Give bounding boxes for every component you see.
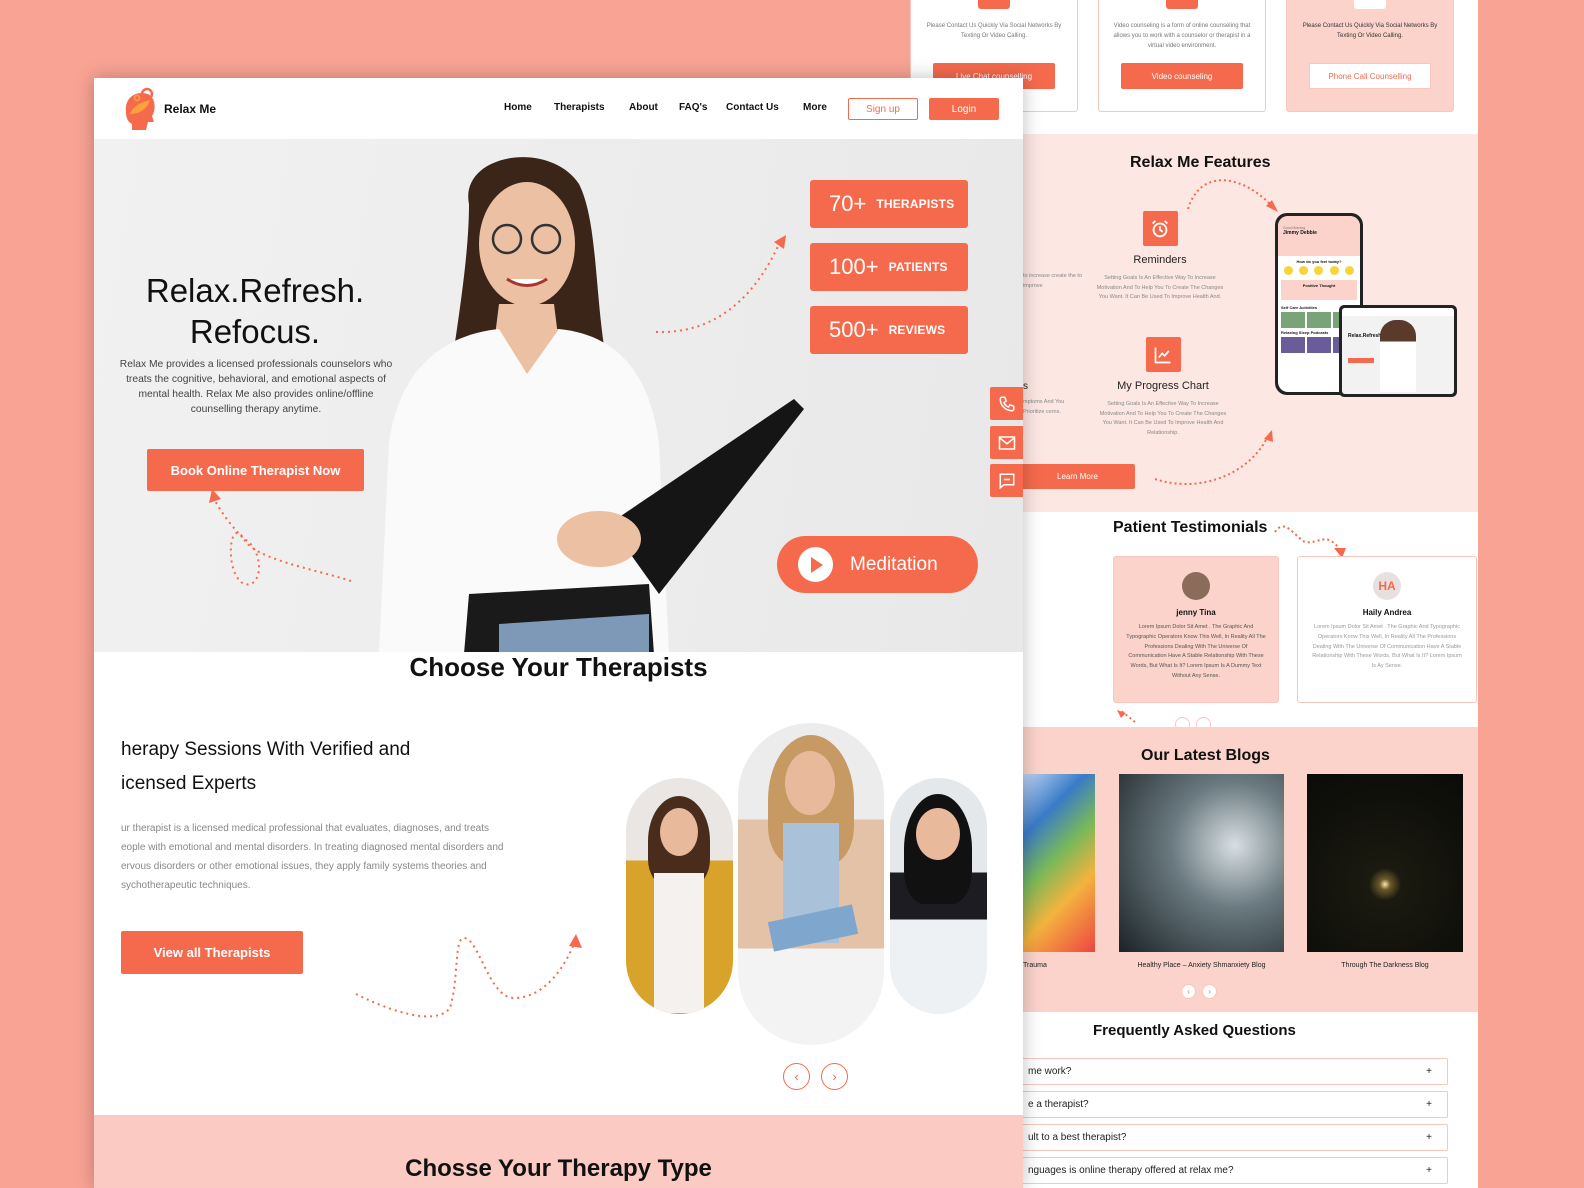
- therapist-photo[interactable]: [890, 778, 987, 1014]
- alarm-clock-icon: [1142, 211, 1178, 246]
- contact-card-phone: Please Contact Us Quickly Via Social Net…: [1286, 0, 1454, 112]
- phone-user-name: Jimmy Debbie: [1283, 230, 1317, 236]
- faq-question: e a therapist?: [1028, 1099, 1089, 1110]
- faq-item[interactable]: me work? +: [1010, 1058, 1448, 1085]
- front-page-preview: Relax Me Home Therapists About FAQ's Con…: [94, 78, 1023, 1188]
- tablet-mockup: Relax.Refresh. Refocus.: [1339, 305, 1457, 397]
- phone-call-button[interactable]: Phone Call Counselling: [1309, 63, 1431, 89]
- learn-more-button[interactable]: Learn More: [1020, 464, 1135, 489]
- testimonial-card: HA Haily Andrea Lorem Ipsum Dolor Sit Am…: [1297, 556, 1477, 703]
- phone-positive-thought: Positive Thought: [1281, 280, 1357, 300]
- plus-icon[interactable]: +: [1426, 1066, 1432, 1077]
- faq-question: nguages is online therapy offered at rel…: [1028, 1165, 1234, 1176]
- plus-icon[interactable]: +: [1426, 1165, 1432, 1176]
- avatar-initials: HA: [1373, 572, 1401, 600]
- chat-icon: [978, 0, 1010, 9]
- video-counseling-button[interactable]: Video counseling: [1121, 63, 1243, 89]
- therapists-next-button[interactable]: ›: [821, 1063, 848, 1090]
- blog-image: [1119, 774, 1284, 952]
- avatar: [1182, 572, 1210, 600]
- therapists-prev-button[interactable]: ‹: [783, 1063, 810, 1090]
- blog-caption: Healthy Place – Anxiety Shmanxiety Blog: [1137, 962, 1266, 969]
- testimonial-text: Lorem Ipsum Dolor Sit Amet . The Graphic…: [1312, 624, 1462, 670]
- testimonial-card-active: jenny Tina Lorem Ipsum Dolor Sit Amet . …: [1113, 556, 1279, 703]
- plus-icon[interactable]: +: [1426, 1099, 1432, 1110]
- card-desc: Please Contact Us Quickly Via Social Net…: [1302, 23, 1438, 39]
- blog-caption: Through The Darkness Blog: [1341, 962, 1429, 969]
- feature-partial-title: s: [1023, 381, 1028, 392]
- feature-desc: Setting Goals Is An Effective Way To Inc…: [1099, 401, 1227, 436]
- feature-progress-chart: My Progress Chart Setting Goals Is An Ef…: [1098, 337, 1228, 438]
- feature-reminders: Reminders Setting Goals Is An Effective …: [1095, 211, 1225, 303]
- video-icon: [1166, 0, 1198, 9]
- feature-title: My Progress Chart: [1117, 380, 1209, 392]
- mood-emojis: [1278, 264, 1360, 277]
- blog-caption: Trauma: [1023, 962, 1047, 969]
- faq-item[interactable]: ult to a best therapist? +: [1010, 1124, 1448, 1151]
- testimonial-text: Lorem Ipsum Dolor Sit Amet . The Graphic…: [1126, 624, 1266, 679]
- therapist-photo[interactable]: [738, 723, 884, 1045]
- plus-icon[interactable]: +: [1426, 1132, 1432, 1143]
- card-desc: Please Contact Us Quickly Via Social Net…: [926, 23, 1062, 39]
- blogs-title: Our Latest Blogs: [1141, 747, 1270, 764]
- phone-icon: [1354, 0, 1386, 9]
- prev-button[interactable]: ‹: [1181, 984, 1196, 999]
- testimonial-name: jenny Tina: [1176, 608, 1216, 617]
- blog-pager: ‹ ›: [1181, 984, 1217, 999]
- feature-title: Reminders: [1133, 254, 1187, 266]
- dotted-squiggle-arrow: [355, 934, 582, 1018]
- faq-title: Frequently Asked Questions: [1093, 1022, 1296, 1039]
- blog-card[interactable]: Healthy Place – Anxiety Shmanxiety Blog: [1119, 774, 1284, 969]
- therapy-type-title: Chosse Your Therapy Type: [405, 1155, 712, 1182]
- feature-partial-text: to increase create the to improve: [1023, 273, 1083, 289]
- feature-partial-text: mptoms And You Prioritize cerns.: [1023, 399, 1065, 415]
- feature-desc: Setting Goals Is An Effective Way To Inc…: [1096, 275, 1224, 300]
- contact-card-video: Video counseling is a form of online cou…: [1098, 0, 1266, 112]
- card-desc: Video counseling is a form of online cou…: [1113, 23, 1251, 49]
- blog-card[interactable]: Through The Darkness Blog: [1307, 774, 1463, 969]
- blog-image: [1307, 774, 1463, 952]
- next-button[interactable]: ›: [1202, 984, 1217, 999]
- testimonial-name: Haily Andrea: [1362, 608, 1412, 617]
- therapist-photo[interactable]: [626, 778, 733, 1014]
- faq-item[interactable]: e a therapist? +: [1010, 1091, 1448, 1118]
- faq-question: ult to a best therapist?: [1028, 1132, 1127, 1143]
- therapy-type-section: Chosse Your Therapy Type: [94, 1115, 1023, 1188]
- faq-item[interactable]: nguages is online therapy offered at rel…: [1010, 1157, 1448, 1184]
- faq-question: me work?: [1028, 1066, 1072, 1077]
- chart-line-icon: [1145, 337, 1181, 372]
